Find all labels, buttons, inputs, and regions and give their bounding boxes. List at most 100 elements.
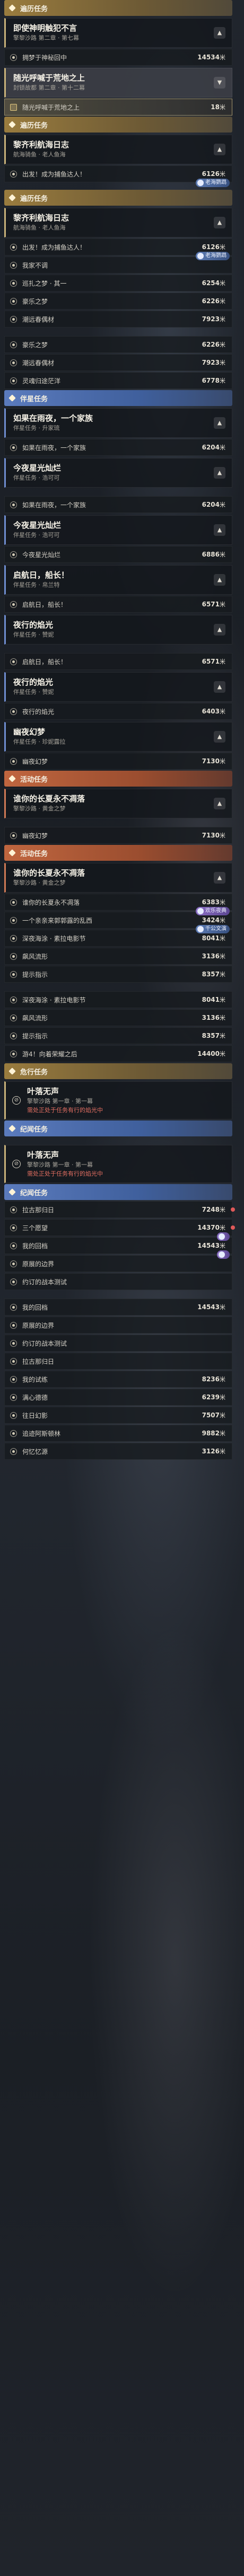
chevron-up-icon[interactable]: ▲ xyxy=(214,524,225,536)
quest-objective-row[interactable]: 我的回档 14543米 xyxy=(4,1299,232,1316)
event-badge[interactable]: 老海鹦鹉 xyxy=(196,179,230,187)
quest-card[interactable]: 如果在雨夜，一个家族 伴星任务 · 升家琉 ▲ xyxy=(4,408,232,438)
quest-objective-row[interactable]: 游4！向着荣耀之后 14400米 xyxy=(4,1045,232,1062)
target-icon xyxy=(10,1050,17,1057)
quest-objective-row[interactable]: 出发！成为捕鱼达人！ 6126米 老海鹦鹉 xyxy=(4,165,232,187)
quest-objective-row[interactable]: 拉古那归日 xyxy=(4,1353,232,1370)
badge-icon xyxy=(219,1233,225,1240)
event-badge[interactable]: 老海鹦鹉 xyxy=(196,252,230,260)
quest-objective-row[interactable]: 启航日，船长！ 6571米 xyxy=(4,596,232,613)
chevron-up-icon[interactable]: ▲ xyxy=(214,798,225,809)
event-badge[interactable]: 欢乐夜典 xyxy=(196,907,230,915)
chevron-down-icon[interactable]: ▼ xyxy=(214,77,225,89)
chevron-up-icon[interactable]: ▲ xyxy=(214,731,225,743)
quest-category-header[interactable]: 纪闻任务 xyxy=(4,1184,232,1200)
objective-label: 如果在雨夜，一个家族 xyxy=(22,501,86,509)
quest-objective-row[interactable]: 豪乐之梦 6226米 xyxy=(4,336,232,353)
quest-card[interactable]: ⊘ 叶落无声 擎黎沙路 第一章 · 第一幕 需处正处于任务有行的焰光中 xyxy=(4,1081,232,1119)
quest-card[interactable]: 即使神明触犯不言 擎黎沙路 第二章 · 第七幕 ▲ xyxy=(4,18,232,48)
objective-label: 潮远春偶材 xyxy=(22,315,55,323)
chevron-up-icon[interactable]: ▲ xyxy=(214,144,225,155)
quest-card[interactable]: 随光呼喊于荒地之上 封锁故都 第二章 · 第十二幕 ▼ xyxy=(4,68,232,98)
quest-objective-row[interactable]: 如果在雨夜，一个家族 6204米 xyxy=(4,496,232,513)
quest-objective-row[interactable]: 飙风流形 3136米 xyxy=(4,948,232,965)
quest-objective-row[interactable]: 巡扎之梦 · 其一 6254米 xyxy=(4,275,232,292)
chevron-up-icon[interactable]: ▲ xyxy=(214,217,225,228)
quest-card[interactable]: 黎齐利航海日志 航海骑鱼 · 老人鱼海 ▲ xyxy=(4,135,232,164)
quest-objective-row[interactable]: 幽夜幻梦 7130米 xyxy=(4,827,232,844)
chevron-up-icon[interactable]: ▲ xyxy=(214,574,225,586)
badge-icon xyxy=(197,180,204,186)
quest-card[interactable]: 黎齐利航海日志 航海骑鱼 · 老人鱼海 ▲ xyxy=(4,208,232,237)
quest-objective-row[interactable]: 拥梦于神秘回中 14534米 xyxy=(4,49,232,66)
distance-unit: 米 xyxy=(220,1412,225,1419)
chevron-up-icon[interactable]: ▲ xyxy=(214,417,225,429)
quest-objective-row[interactable]: 如果在雨夜，一个家族 6204米 xyxy=(4,439,232,456)
objective-label: 往日幻影 xyxy=(22,1411,48,1419)
chevron-up-icon[interactable]: ▲ xyxy=(214,681,225,693)
quest-objective-row[interactable]: 潮远春偶材 7923米 xyxy=(4,354,232,371)
quest-title: 夜行的焰光 xyxy=(13,620,54,630)
distance-value: 6126 xyxy=(202,170,220,178)
quest-card[interactable]: 幽夜幻梦 伴星任务 · 珍妮露拉 ▲ xyxy=(4,722,232,752)
quest-category-header[interactable]: 遍历任务 xyxy=(4,190,232,206)
event-badge[interactable] xyxy=(217,1232,230,1241)
quest-objective-row[interactable]: 灵魂归途茫洋 6778米 xyxy=(4,372,232,389)
quest-objective-row[interactable]: 我的试练 8236米 xyxy=(4,1371,232,1388)
distance-unit: 米 xyxy=(220,444,225,451)
quest-objective-row[interactable]: 满心德德 6239米 xyxy=(4,1389,232,1406)
quest-objective-row[interactable]: 提示指示 8357米 xyxy=(4,966,232,983)
quest-card[interactable]: 今夜星光灿烂 伴星任务 · 浩可可 ▲ xyxy=(4,515,232,545)
quest-category-header[interactable]: 遍历任务 xyxy=(4,117,232,133)
quest-objective-row[interactable]: 往日幻影 7507米 xyxy=(4,1407,232,1424)
quest-objective-row[interactable]: 今夜星光灿烂 6886米 xyxy=(4,546,232,563)
quest-card[interactable]: 夜行的焰光 伴星任务 · 赞妮 ▲ xyxy=(4,672,232,702)
quest-warning: 需处正处于任务有行的焰光中 xyxy=(27,1107,103,1114)
quest-objective-row[interactable]: 深夜海涂 · 素拉电影节 8041米 xyxy=(4,991,232,1008)
chevron-up-icon[interactable]: ▲ xyxy=(214,624,225,636)
event-badge[interactable]: 千公文演 xyxy=(196,925,230,933)
quest-objective-row[interactable]: 豪乐之梦 6226米 xyxy=(4,293,232,310)
quest-objective-row[interactable]: 随光呼喊于荒地之上 18米 xyxy=(4,99,232,116)
quest-card[interactable]: 谁你的长夏永不凋落 擎黎沙路 · 黄金之梦 ▲ xyxy=(4,789,232,818)
chevron-up-icon[interactable]: ▲ xyxy=(214,27,225,39)
distance-value: 6254 xyxy=(202,279,220,287)
quest-category-header[interactable]: 遍历任务 xyxy=(4,0,232,16)
chevron-up-icon[interactable]: ▲ xyxy=(214,467,225,479)
quest-objective-row[interactable]: 出发！成为捕鱼达人！ 6126米 老海鹦鹉 xyxy=(4,239,232,260)
quest-category-header[interactable]: 活动任务 xyxy=(4,845,232,861)
quest-objective-row[interactable]: 原展的边界 xyxy=(4,1317,232,1334)
quest-card[interactable]: 谁你的长夏永不凋落 擎黎沙路 · 黄金之梦 ▲ xyxy=(4,863,232,893)
category-icon xyxy=(8,194,16,201)
quest-category-header[interactable]: 危行任务 xyxy=(4,1063,232,1079)
quest-objective-row[interactable]: 何忆忆源 3126米 xyxy=(4,1443,232,1460)
quest-objective-row[interactable]: 谁你的长夏永不凋落 6383米 欢乐夜典 xyxy=(4,894,232,915)
quest-objective-row[interactable]: 约订的战本测试 xyxy=(4,1273,232,1290)
quest-category-header[interactable]: 伴星任务 xyxy=(4,390,232,406)
notification-dot-icon xyxy=(231,1207,235,1212)
quest-objective-row[interactable]: 启航日，船长！ 6571米 xyxy=(4,653,232,670)
quest-title: 随光呼喊于荒地之上 xyxy=(13,73,85,83)
quest-category-header[interactable]: 纪闻任务 xyxy=(4,1121,232,1136)
quest-objective-row[interactable]: 提示指示 8357米 xyxy=(4,1027,232,1044)
chevron-up-icon[interactable]: ▲ xyxy=(214,872,225,884)
quest-category-header[interactable]: 活动任务 xyxy=(4,771,232,787)
quest-objective-row[interactable]: 夜行的焰光 6403米 xyxy=(4,703,232,720)
quest-card[interactable]: 今夜星光灿烂 伴星任务 · 浩可可 ▲ xyxy=(4,458,232,488)
quest-objective-row[interactable]: 追迹阿斯顿林 9882米 xyxy=(4,1425,232,1442)
quest-card[interactable]: 启航日，船长！ 伴星任务 · 帛兰特 ▲ xyxy=(4,565,232,595)
quest-objective-row[interactable]: 拉古那归日 7248米 xyxy=(4,1201,235,1218)
quest-objective-row[interactable]: 飙风流形 3136米 xyxy=(4,1009,232,1026)
objective-label: 提示指示 xyxy=(22,971,48,978)
quest-objective-row[interactable]: 我的回档 14543米 xyxy=(4,1237,232,1259)
distance-value: 7130 xyxy=(202,832,220,839)
quest-objective-row[interactable]: 幽夜幻梦 7130米 xyxy=(4,753,232,770)
event-badge[interactable] xyxy=(217,1250,230,1259)
quest-objective-row[interactable]: 潮远春偶材 7923米 xyxy=(4,311,232,328)
quest-objective-row[interactable]: 约订的战本测试 xyxy=(4,1335,232,1352)
quest-objective-row[interactable]: 三个愿望 14370米 xyxy=(4,1219,235,1241)
quest-objective-row[interactable]: 原展的边界 xyxy=(4,1255,232,1272)
quest-card[interactable]: ⊘ 叶落无声 擎黎沙路 第一章 · 第一幕 需处正处于任务有行的焰光中 xyxy=(4,1145,232,1183)
distance-value: 8041 xyxy=(202,996,220,1003)
quest-card[interactable]: 夜行的焰光 伴星任务 · 赞妮 ▲ xyxy=(4,615,232,645)
